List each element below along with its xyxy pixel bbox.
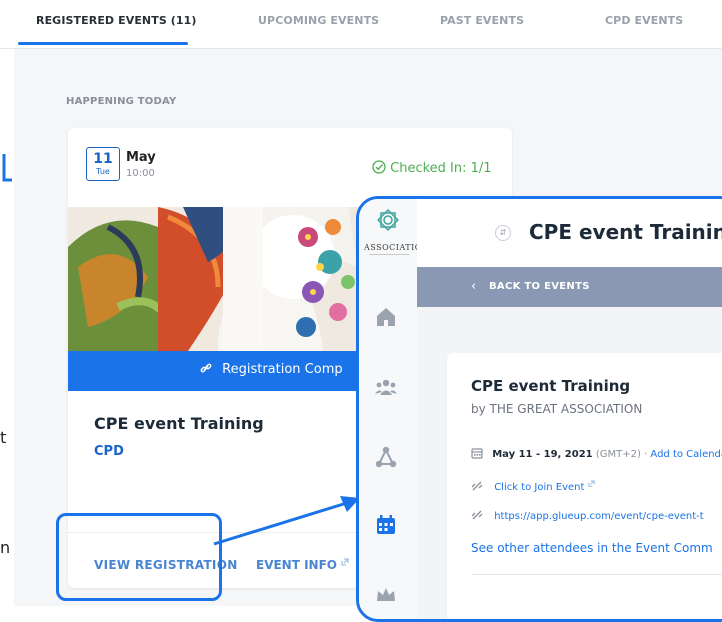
view-registration-highlight <box>56 513 222 601</box>
date-separator: · <box>644 449 648 460</box>
calendar-icon[interactable] <box>374 513 398 537</box>
network-icon[interactable] <box>374 445 398 469</box>
event-info-label: EVENT INFO <box>256 558 337 572</box>
check-circle-icon <box>372 160 386 174</box>
overlay-header: ⇵ CPE event Training <box>417 199 722 268</box>
event-date-row: May 11 - 19, 2021 (GMT+2) · Add to Calen… <box>471 447 722 460</box>
see-other-attendees-link[interactable]: See other attendees in the Event Comm <box>471 541 713 555</box>
external-link-small-icon <box>588 480 595 487</box>
tab-upcoming-events[interactable]: UPCOMING EVENTS <box>258 14 379 27</box>
overlay-card-divider <box>471 574 722 575</box>
event-info-link[interactable]: EVENT INFO <box>256 558 349 572</box>
join-event-row[interactable]: Click to Join Event <box>471 480 595 493</box>
link-small-icon <box>471 481 483 491</box>
logo-underline <box>369 254 409 255</box>
link-icon <box>200 363 212 373</box>
callout-arrow-icon <box>213 496 360 546</box>
checked-in-label: Checked In: 1/1 <box>390 161 492 176</box>
join-event-link[interactable]: Click to Join Event <box>494 482 584 493</box>
event-title[interactable]: CPE event Training <box>94 414 264 433</box>
clipped-text-n: n <box>0 538 11 557</box>
organization-switcher-icon[interactable]: ⇵ <box>495 225 511 241</box>
overlay-event-title: CPE event Training <box>471 377 631 395</box>
event-timezone: (GMT+2) <box>595 449 641 460</box>
checked-in-status: Checked In: 1/1 <box>372 160 492 176</box>
active-tab-indicator <box>18 42 188 45</box>
section-label-happening-today: HAPPENING TODAY <box>66 96 177 107</box>
association-logo-icon <box>377 209 399 231</box>
back-to-events-link[interactable]: BACK TO EVENTS <box>489 281 590 292</box>
date-badge: 11 Tue <box>86 147 120 181</box>
events-tab-bar: REGISTERED EVENTS (11) UPCOMING EVENTS P… <box>0 0 722 49</box>
link-small-icon <box>471 510 483 520</box>
clipped-text-t: t <box>0 428 7 447</box>
event-month: May <box>126 150 156 165</box>
registration-banner-label: Registration Comp <box>222 362 343 377</box>
overlay-sidebar: ASSOCIATION <box>359 199 429 619</box>
external-link-icon <box>341 558 349 566</box>
date-day: 11 <box>93 151 113 167</box>
date-weekday: Tue <box>96 167 110 176</box>
calendar-small-icon <box>471 448 483 459</box>
event-time: 10:00 <box>126 168 155 179</box>
chevron-left-icon: ‹ <box>471 279 477 294</box>
tab-past-events[interactable]: PAST EVENTS <box>440 14 524 27</box>
tab-registered-events[interactable]: REGISTERED EVENTS (11) <box>36 14 197 27</box>
organizer-byline: by THE GREAT ASSOCIATION <box>471 402 643 416</box>
home-icon[interactable] <box>374 305 398 329</box>
members-icon[interactable] <box>374 375 398 399</box>
tab-cpd-events[interactable]: CPD EVENTS <box>605 14 683 27</box>
overlay-page-title: CPE event Training <box>529 220 722 244</box>
add-to-calendar-link[interactable]: Add to Calenda <box>650 449 722 460</box>
event-detail-overlay: ASSOCIATION ⇵ CPE event Training ‹ BACK … <box>356 196 722 622</box>
event-url-row[interactable]: https://app.glueup.com/event/cpe-event-t <box>471 509 704 522</box>
event-date-range: May 11 - 19, 2021 <box>492 449 593 460</box>
crown-icon[interactable] <box>374 583 398 607</box>
event-type-badge: CPD <box>94 444 124 459</box>
clipped-icon <box>2 150 14 184</box>
event-url-link[interactable]: https://app.glueup.com/event/cpe-event-t <box>494 511 704 522</box>
